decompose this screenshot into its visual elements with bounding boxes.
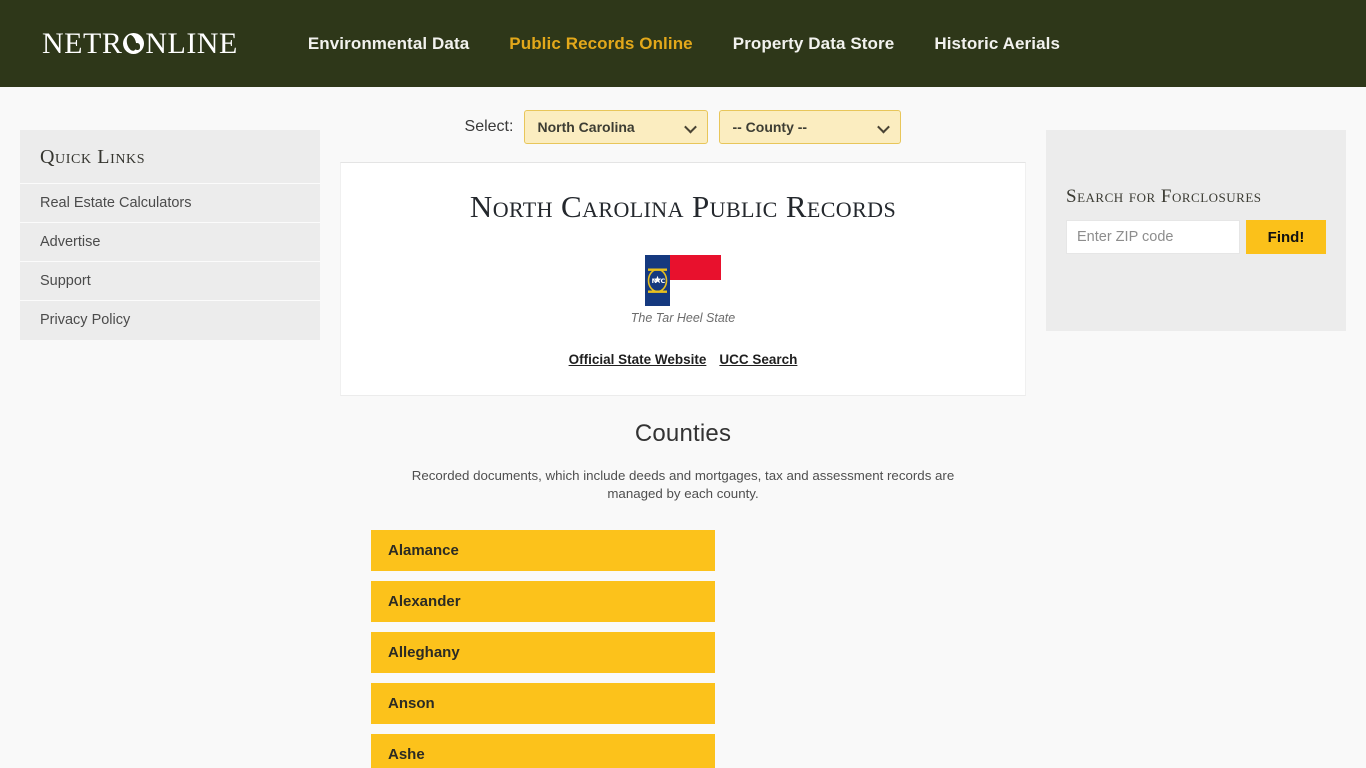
state-select[interactable]: North Carolina	[524, 110, 709, 144]
svg-text:C: C	[661, 277, 666, 285]
nav-item-historic-aerials[interactable]: Historic Aerials	[934, 34, 1060, 54]
state-links: Official State Website UCC Search	[361, 352, 1005, 367]
sidebar-item-real-estate-calculators[interactable]: Real Estate Calculators	[20, 183, 320, 222]
page-title: North Carolina Public Records	[469, 189, 897, 224]
nav-item-public-records-online[interactable]: Public Records Online	[509, 34, 692, 54]
sidebar-item-privacy-policy[interactable]: Privacy Policy	[20, 300, 320, 339]
state-county-selector: Select: North Carolina -- County --	[340, 87, 1026, 162]
foreclosure-search-row: Find!	[1066, 220, 1326, 254]
nav-item-property-data-store[interactable]: Property Data Store	[733, 34, 895, 54]
state-info-card: North Carolina Public Records N C The Ta…	[340, 162, 1026, 396]
site-header: NETR NLINE Environmental Data Public Rec…	[0, 0, 1366, 87]
logo-text-left: NETR	[42, 26, 123, 60]
foreclosure-search-panel: Search for Forclosures Find!	[1046, 130, 1346, 331]
county-button-anson[interactable]: Anson	[371, 683, 715, 725]
county-list: Alamance Alexander Alleghany Anson Ashe	[340, 530, 1026, 768]
main-content: Select: North Carolina -- County -- Nort…	[340, 87, 1026, 768]
ucc-search-link[interactable]: UCC Search	[719, 352, 797, 367]
sidebar-item-support[interactable]: Support	[20, 261, 320, 300]
official-state-website-link[interactable]: Official State Website	[569, 352, 707, 367]
quick-links-panel: Quick Links Real Estate Calculators Adve…	[20, 130, 320, 340]
counties-heading: Counties	[634, 420, 732, 447]
site-logo[interactable]: NETR NLINE	[42, 26, 238, 60]
county-button-alleghany[interactable]: Alleghany	[371, 632, 715, 674]
county-select-wrapper: -- County --	[719, 110, 902, 144]
quick-links-title: Quick Links	[40, 146, 146, 168]
nav-item-environmental-data[interactable]: Environmental Data	[308, 34, 469, 54]
county-select[interactable]: -- County --	[719, 110, 902, 144]
page-body: Quick Links Real Estate Calculators Adve…	[0, 87, 1366, 768]
globe-icon	[123, 32, 145, 54]
flag-caption: The Tar Heel State	[630, 311, 736, 325]
select-label: Select:	[464, 118, 514, 135]
county-button-alexander[interactable]: Alexander	[371, 581, 715, 623]
logo-text-right: NLINE	[145, 26, 238, 60]
county-button-alamance[interactable]: Alamance	[371, 530, 715, 572]
zip-code-input[interactable]	[1066, 220, 1240, 254]
foreclosure-search-title: Search for Forclosures	[1066, 186, 1262, 207]
main-navigation: Environmental Data Public Records Online…	[308, 34, 1060, 54]
find-button[interactable]: Find!	[1246, 220, 1326, 254]
counties-description: Recorded documents, which include deeds …	[411, 468, 955, 501]
sidebar-item-advertise[interactable]: Advertise	[20, 222, 320, 261]
state-select-wrapper: North Carolina	[524, 110, 709, 144]
county-button-ashe[interactable]: Ashe	[371, 734, 715, 768]
north-carolina-flag-icon: N C	[645, 255, 721, 306]
